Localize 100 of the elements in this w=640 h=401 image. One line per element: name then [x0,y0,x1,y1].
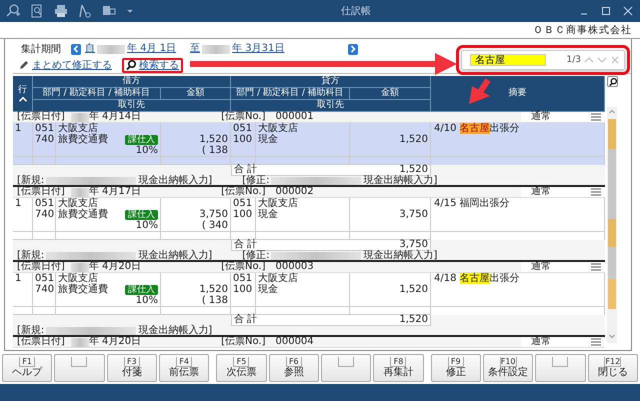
dept-code: 051 [35,273,53,284]
match-count: 1/3 [566,55,581,65]
voucher-date-label: [伝票日付] [17,112,65,122]
scrollbar[interactable] [607,107,617,343]
voucher-no: 000003 [275,262,314,272]
created-source: 現金出納帳入力] [138,176,212,186]
tax-amount: ( 138 [200,295,228,306]
voucher-date: 年 4月14日 [88,112,142,122]
company-name: ＯＢＣ商事株式会社 [533,24,632,37]
account-name: 旅費交通費 [58,134,108,145]
blurred-text [70,188,89,196]
voucher-no: 000002 [275,187,314,197]
compass-icon[interactable] [78,4,92,18]
menu-icon[interactable] [591,263,601,271]
row-number: 1 [15,273,22,284]
period-label: 集計期間 [21,42,61,56]
dept-code: 051 [233,198,253,209]
next-button[interactable] [348,44,358,54]
dept-name: 大阪支店 [58,198,98,209]
created-label: [新規: [17,176,44,186]
account-name: 旅費交通費 [58,284,108,295]
dept-code: 051 [35,198,53,209]
total-amount: 3,750 [350,240,431,251]
tax-amount: ( 340 [200,220,228,231]
dept-name: 大阪支店 [58,273,98,284]
total-label: 合 計 [231,165,350,176]
function-key[interactable]: F6 参照 [268,354,319,382]
search-field[interactable]: 名古屋 [470,54,546,66]
account-name: 現金 [258,209,279,220]
menu-icon[interactable] [591,188,601,196]
journal-row[interactable]: 1 051 740 大阪支店 旅費交通費 課仕入 10% 3,750 ( 340 051 100 大阪支店 現金 3,750 4/15 福岡出張分 [13,198,605,232]
menu-icon[interactable] [591,338,601,346]
function-key[interactable]: F9 修正 [430,354,481,382]
dept-name: 大阪支店 [58,123,98,134]
account-name: 旅費交通費 [58,209,108,220]
column-header: 部門 / 勘定科目 / 補助科目 [236,88,344,99]
function-key[interactable]: F10 条件設定 [482,354,534,382]
account-code: 100 [233,209,253,220]
period-from-link[interactable]: 自 年 4月 1日 [85,43,176,55]
account-code: 100 [233,284,253,295]
tax-tag: 課仕入 [125,284,158,294]
column-header: 取引先 [317,100,344,111]
column-header: 金額 [186,88,204,99]
search-button[interactable] [607,76,618,87]
account-code: 740 [35,134,53,145]
blurred-text [70,112,89,122]
blurred-text [70,262,89,272]
preview-icon[interactable] [30,4,44,18]
created-label: [新規: [17,326,44,336]
account-code: 100 [233,134,253,145]
total-amount: 1,520 [350,165,431,176]
function-key[interactable]: F12 閉じる [588,354,638,382]
column-header: 部門 / 勘定科目 / 補助科目 [42,88,150,99]
modified-source: 現金出納帳入力] [363,250,438,260]
account-code: 740 [35,209,53,220]
dept-code: 051 [233,123,253,134]
function-key[interactable]: F4 前伝票 [158,354,210,382]
total-label: 合 計 [231,315,350,326]
modified-label: [修正: [242,250,270,260]
dept-code: 051 [35,123,53,134]
export-icon[interactable] [102,4,116,18]
amount: 1,520 [198,134,228,145]
function-key[interactable]: F1 ヘルプ [2,354,52,382]
blurred-text [70,338,89,346]
voucher-no: 000001 [275,112,314,122]
modified-source: 現金出納帳入力] [363,176,438,186]
voucher-no-label: [伝票No.] [221,112,266,122]
dept-code: 051 [233,273,253,284]
amount: 1,520 [398,284,428,295]
function-key[interactable]: F3 付箋 [106,354,157,382]
amount: 1,520 [398,134,428,145]
tax-tag: 課仕入 [125,134,158,144]
total-label: 合 計 [231,240,350,251]
function-key[interactable]: F5 次伝票 [216,354,267,382]
voucher-no: 000004 [275,337,314,347]
account-name: 現金 [258,134,279,145]
maximize-icon[interactable] [600,5,612,17]
function-key[interactable]: F8 再集計 [373,354,424,382]
collapse-icon[interactable] [18,96,28,102]
tax-rate: 10% [134,145,158,156]
zoom-in-icon[interactable] [6,4,20,18]
created-source: 現金出納帳入力] [138,250,212,260]
dept-name: 大阪支店 [258,198,299,209]
period-to-link[interactable]: 至 年 3月31日 [190,43,284,55]
close-icon[interactable] [622,5,634,17]
created-label: [新規: [17,250,44,260]
row-number: 1 [15,198,22,209]
column-header: 金額 [381,88,399,99]
column-header: 行 [18,84,27,96]
window-title: 仕訳帳 [340,4,372,18]
column-header: 取引先 [118,100,145,111]
menu-icon[interactable] [591,113,601,121]
tax-tag: 課仕入 [125,210,158,220]
pencil-icon[interactable] [19,60,29,70]
total-amount: 1,520 [350,315,431,326]
function-key[interactable] [320,354,372,382]
dept-name: 大阪支店 [258,123,299,134]
voucher-type: 通常 [531,112,551,122]
print-icon[interactable] [54,4,68,18]
previous-button[interactable] [71,44,81,54]
